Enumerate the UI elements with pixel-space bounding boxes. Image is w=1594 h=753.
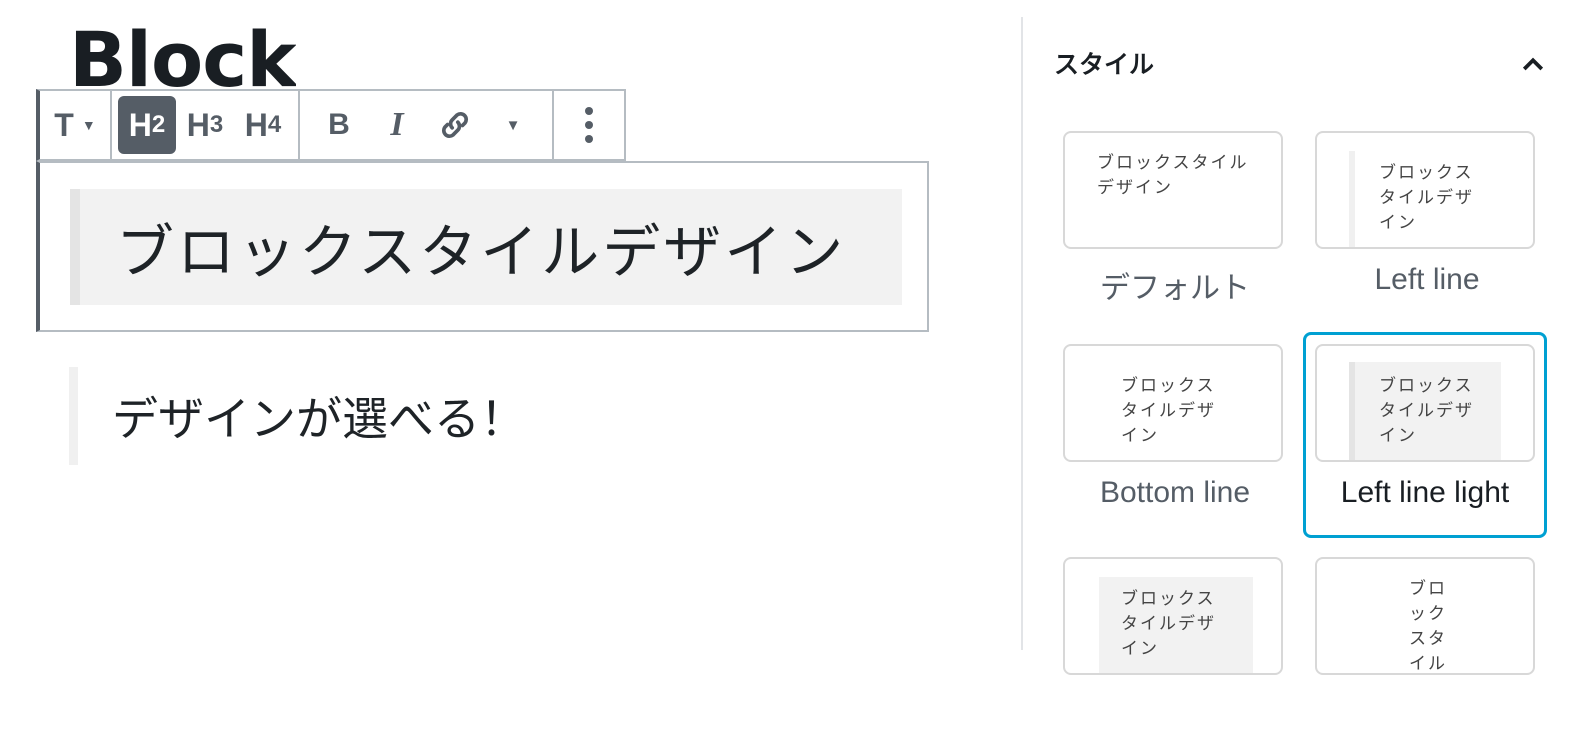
style-preview: ブロックスタイルデザイン [1063, 344, 1283, 462]
link-icon [441, 111, 469, 139]
preview-text: ブロックスタイルデザイン [1121, 376, 1216, 446]
formatting-group: B I ▼ [300, 91, 554, 159]
bold-button[interactable]: B [310, 96, 368, 154]
h4-label: H [244, 106, 268, 143]
bold-icon: B [328, 108, 350, 141]
style-option-default[interactable]: ブロックスタイルデザイン デフォルト [1053, 121, 1297, 327]
style-preview: ブロックスタイルデザイン [1315, 131, 1535, 249]
style-option-5[interactable]: ブロックスタイルデザイン [1053, 547, 1297, 753]
block-toolbar: T ▼ H2 H3 H4 B I ▼ [36, 89, 626, 161]
more-options-button[interactable] [560, 96, 618, 154]
preview-text: ブロックスタイルデザイン [1379, 376, 1474, 446]
style-preview: ブロックスタイルデザイン [1315, 557, 1535, 675]
italic-button[interactable]: I [368, 96, 426, 154]
left-line-decoration [1349, 151, 1355, 247]
style-label: デフォルト [1100, 272, 1250, 305]
heading-block-content[interactable]: ブロックスタイルデザイン [70, 189, 902, 305]
chevron-up-icon[interactable] [1518, 49, 1548, 79]
preview-text: ブロックスタイルデザイン [1097, 153, 1249, 198]
preview-text: ブロックスタイルデザイン [1379, 163, 1474, 233]
heading-level-group: H2 H3 H4 [112, 91, 300, 159]
heading-h2-button[interactable]: H2 [118, 96, 176, 154]
h3-level: 3 [209, 111, 224, 138]
heading-h4-button[interactable]: H4 [234, 96, 292, 154]
style-preview: ブロックスタイルデザイン [1063, 557, 1283, 675]
caret-down-icon: ▼ [505, 116, 521, 134]
italic-icon: I [390, 106, 404, 143]
h2-level: 2 [151, 111, 166, 138]
style-option-bottom-line[interactable]: ブロックスタイルデザイン Bottom line [1053, 334, 1297, 540]
more-formats-button[interactable]: ▼ [484, 96, 542, 154]
caret-down-icon: ▼ [81, 117, 96, 133]
h3-label: H [186, 106, 210, 143]
block-type-group: T ▼ [40, 91, 112, 159]
more-options-group [554, 91, 624, 159]
style-label: Left line [1374, 263, 1480, 296]
text-type-icon: T [54, 106, 74, 143]
style-preview: ブロックスタイルデザイン [1315, 344, 1535, 462]
preview-text: ブロックスタイルデザイン [1409, 579, 1447, 674]
style-option-left-line-light[interactable]: ブロックスタイルデザイン Left line light [1303, 332, 1547, 538]
paragraph-block[interactable]: デザインが選べる！ [69, 367, 526, 465]
heading-h3-button[interactable]: H3 [176, 96, 234, 154]
post-title[interactable]: Block [69, 22, 296, 90]
style-label: Left line light [1340, 476, 1510, 509]
styles-panel-title[interactable]: スタイル [1054, 45, 1154, 81]
style-option-left-line[interactable]: ブロックスタイルデザイン Left line [1305, 121, 1549, 327]
style-option-6[interactable]: ブロックスタイルデザイン [1305, 547, 1549, 753]
h2-label: H [128, 106, 152, 143]
style-label: Bottom line [1099, 476, 1251, 509]
preview-text: ブロックスタイルデザイン [1121, 589, 1216, 659]
vertical-ellipsis-icon [585, 107, 593, 143]
style-preview: ブロックスタイルデザイン [1063, 131, 1283, 249]
link-button[interactable] [426, 96, 484, 154]
block-type-switcher[interactable]: T ▼ [46, 96, 104, 154]
settings-sidebar: スタイル ブロックスタイルデザイン デフォルト ブロックスタイルデザイン Lef… [1021, 17, 1594, 675]
selected-heading-block[interactable]: ブロックスタイルデザイン [36, 161, 929, 332]
h4-level: 4 [267, 111, 282, 138]
